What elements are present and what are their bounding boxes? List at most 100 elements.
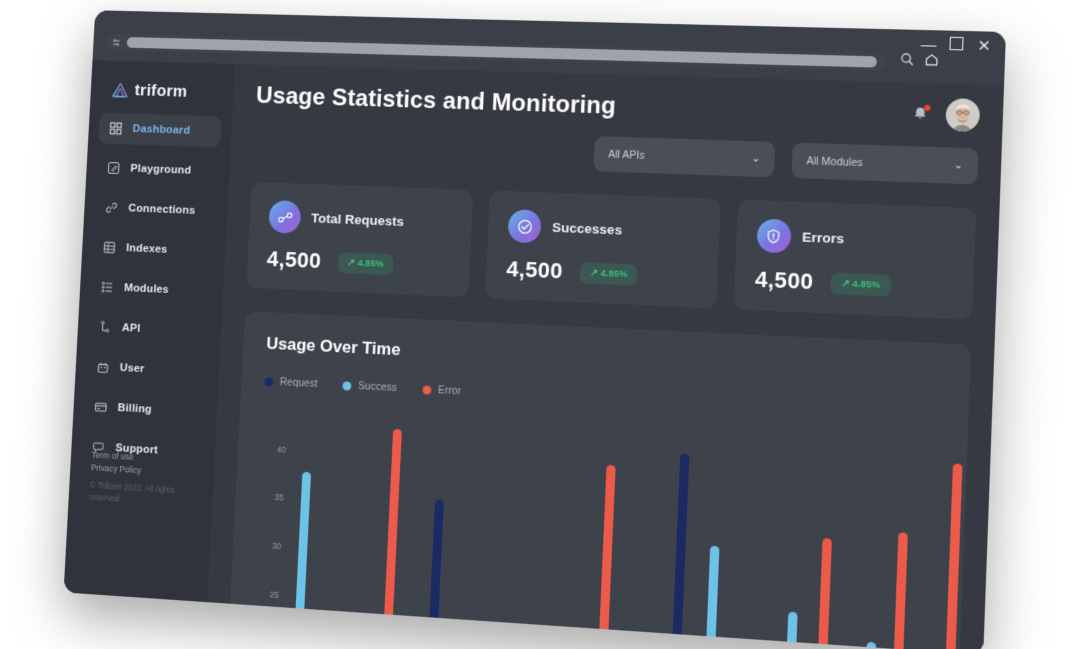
home-icon[interactable] [924,52,940,67]
stat-card-title: Errors [801,229,845,247]
shield-alert-icon [756,218,792,254]
trend-up-icon: ↗ [346,256,356,269]
legend-label: Error [437,384,462,398]
stat-card-group: Total Requests 4,500 ↗ 4.85% Successes 4… [246,181,977,320]
card-icon [93,399,108,414]
maximize-button[interactable] [949,36,965,54]
stat-card-errors: Errors 4,500 ↗ 4.85% [733,199,977,320]
sidebar-item-connections[interactable]: Connections [94,192,218,228]
chart-bar[interactable] [738,643,750,649]
sidebar-item-label: User [119,362,145,376]
sidebar-item-label: Playground [130,162,192,177]
table-icon [102,240,117,255]
sidebar-item-label: Indexes [125,242,168,256]
stat-card-title: Total Requests [310,210,405,229]
brand-name: triform [134,80,188,101]
chart-bar[interactable] [892,532,908,649]
node-icon [97,320,112,335]
legend-item-request[interactable]: Request [264,375,318,390]
module-filter-value: All Modules [806,154,863,169]
chevron-down-icon: ⌄ [751,153,761,165]
chart-bar[interactable] [293,472,311,649]
brand-logo[interactable]: triform [90,76,234,117]
trend-up-icon: ↗ [841,277,850,290]
chart-bar[interactable] [704,545,720,649]
chart-bar[interactable] [989,522,1006,649]
filter-group: All APIs ⌄ All Modules ⌄ [593,136,979,185]
edit-square-icon [106,161,121,176]
bell-icon[interactable] [911,104,931,123]
chart-bar[interactable] [427,499,445,649]
sidebar-item-billing[interactable]: Billing [83,391,207,429]
chart-bar[interactable] [944,463,963,649]
api-filter-select[interactable]: All APIs ⌄ [593,136,776,178]
sidebar-item-dashboard[interactable]: Dashboard [98,112,222,148]
delta-value: 4.85% [600,267,628,280]
y-tick: 25 [269,589,280,601]
sidebar-item-label: Billing [117,402,153,416]
legend-item-success[interactable]: Success [342,379,397,394]
trend-up-icon: ↗ [589,267,599,279]
sidebar: triform Dashboard Playground Connections… [63,60,235,603]
grid-icon [108,121,123,136]
link-icon [104,200,119,215]
legend-swatch [342,380,352,391]
sidebar-item-api[interactable]: API [87,311,211,348]
sidebar-item-label: Connections [128,202,196,217]
close-button[interactable]: ✕ [977,37,991,55]
chrome-icon-group [900,52,940,67]
window-controls: — ✕ [920,36,991,55]
url-input[interactable] [126,37,878,68]
page-title: Usage Statistics and Monitoring [255,82,617,120]
usage-chart-card: Usage Over Time Request Success Error 40… [228,311,1006,649]
legend-label: Success [357,380,398,395]
main-content: Usage Statistics and Monitoring All APIs… [207,64,1006,649]
stat-card-delta: ↗ 4.85% [830,271,892,297]
legend-swatch [264,376,274,387]
stat-card-value: 4,500 [266,246,322,274]
chart-bar[interactable] [785,611,799,649]
y-tick: 35 [274,492,284,503]
chart-bar[interactable] [864,642,876,649]
sidebar-item-label: Modules [123,282,170,296]
chart-title: Usage Over Time [265,333,401,360]
chart-bar[interactable] [382,428,403,649]
list-icon [99,280,114,295]
sidebar-item-modules[interactable]: Modules [90,271,214,308]
header-actions [911,97,981,132]
chart-legend: Request Success Error [264,375,943,422]
chart-bars [284,428,1006,649]
app-window: — ✕ triform Dashboard Playground Connect… [63,10,1007,649]
legend-swatch [422,384,432,395]
sidebar-footer: Term of use Privacy Policy © Triform 202… [89,450,196,510]
triform-logo-icon [111,80,130,99]
search-icon[interactable] [900,52,915,67]
chart-plot-area: 40 35 30 25 [251,428,1006,649]
api-filter-value: All APIs [607,148,645,162]
privacy-policy-link[interactable]: Privacy Policy [91,463,195,479]
chart-bar[interactable] [816,537,832,649]
perspective-wrapper: — ✕ triform Dashboard Playground Connect… [0,0,1080,649]
delta-value: 4.85% [852,278,881,291]
chart-bar[interactable] [597,464,616,649]
stat-card-delta: ↗ 4.85% [579,261,639,286]
copyright-text: © Triform 2023. All rights reserved [89,481,175,504]
stat-card-total-requests: Total Requests 4,500 ↗ 4.85% [246,181,474,298]
avatar[interactable] [945,98,981,132]
sidebar-item-playground[interactable]: Playground [96,152,220,187]
legend-label: Request [279,376,318,390]
screenshot-root: — ✕ triform Dashboard Playground Connect… [0,0,1080,649]
stat-card-value: 4,500 [754,266,814,295]
sidebar-item-indexes[interactable]: Indexes [92,231,216,267]
delta-value: 4.85% [357,257,384,270]
sidebar-item-user[interactable]: User [85,351,209,389]
legend-item-error[interactable]: Error [422,383,461,397]
y-tick: 30 [271,540,282,552]
minimize-button[interactable]: — [920,36,936,54]
sidebar-item-label: Dashboard [132,123,191,137]
chart-bar[interactable] [671,453,690,649]
sidebar-item-label: API [121,322,141,335]
user-icon [95,359,110,374]
module-filter-select[interactable]: All Modules ⌄ [791,142,979,185]
y-tick: 40 [276,443,287,455]
